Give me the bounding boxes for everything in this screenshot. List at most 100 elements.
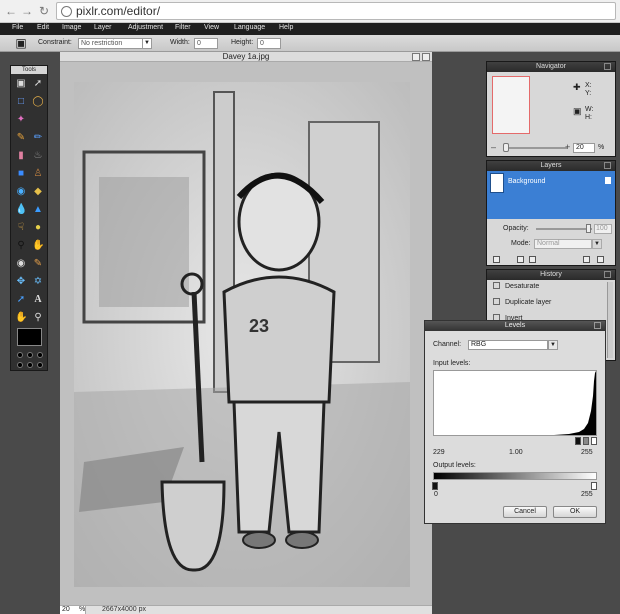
forward-icon[interactable]: → (20, 4, 34, 18)
gradient-icon[interactable]: ■ (15, 168, 27, 180)
canvas-image[interactable]: 23 (74, 82, 410, 587)
output-white-value: 255 (581, 491, 593, 498)
ok-button[interactable]: OK (553, 506, 597, 518)
reload-icon[interactable]: ↻ (37, 4, 51, 18)
zoom-slider-track[interactable] (503, 147, 567, 149)
zoom-icon[interactable]: ⚲ (32, 312, 44, 324)
pencil-icon[interactable]: ✎ (15, 132, 27, 144)
spot-heal-icon[interactable]: ✎ (32, 258, 44, 270)
wand-icon[interactable]: ✦ (15, 114, 27, 126)
smudge-icon[interactable]: ☟ (15, 222, 27, 234)
new-layer-icon[interactable] (583, 256, 590, 263)
menu-filter[interactable]: Filter (175, 24, 191, 31)
chevron-down-icon[interactable]: ▼ (142, 38, 151, 49)
move-icon[interactable]: ➚ (32, 78, 44, 90)
close-icon[interactable] (604, 271, 611, 278)
back-icon[interactable]: ← (4, 4, 18, 18)
chevron-down-icon[interactable]: ▼ (592, 239, 602, 249)
zoom-slider-handle[interactable] (503, 143, 509, 152)
bucket-icon[interactable]: ♨ (32, 150, 44, 162)
color-replace-icon[interactable]: ◉ (15, 186, 27, 198)
black-point-handle[interactable] (575, 437, 581, 445)
height-field[interactable]: 0 (257, 38, 281, 49)
clone-icon[interactable]: ➚ (15, 294, 27, 306)
color-swatch[interactable] (17, 328, 42, 346)
opacity-slider-handle[interactable] (586, 224, 591, 233)
close-icon[interactable] (594, 322, 601, 329)
document-titlebar[interactable]: Davey 1a.jpg (60, 52, 432, 62)
layers-header[interactable]: Layers (487, 161, 615, 171)
chevron-down-icon[interactable]: ▼ (548, 340, 558, 350)
swatch-dot[interactable] (37, 362, 43, 368)
opacity-field[interactable]: 100 (594, 224, 612, 234)
swatch-dot[interactable] (27, 352, 33, 358)
navigator-thumbnail[interactable] (492, 76, 530, 134)
xy-readout: X: Y: (585, 82, 592, 98)
history-item[interactable]: Duplicate layer (493, 298, 551, 306)
menu-adjustment[interactable]: Adjustment (128, 24, 163, 31)
constraint-label: Constraint: (38, 39, 72, 46)
red-eye-icon[interactable]: ◉ (15, 258, 27, 270)
menu-layer[interactable]: Layer (94, 24, 112, 31)
output-black-handle[interactable] (432, 482, 438, 490)
eraser-icon[interactable]: ▮ (15, 150, 27, 162)
opacity-slider[interactable] (536, 228, 592, 230)
layer-row[interactable]: Background (487, 171, 615, 219)
gamma-handle[interactable] (583, 437, 589, 445)
drawing-icon[interactable]: ◆ (32, 186, 44, 198)
burn-icon[interactable]: ✋ (32, 240, 44, 252)
blend-mode-select[interactable]: Normal (534, 239, 592, 249)
cancel-button[interactable]: Cancel (503, 506, 547, 518)
close-icon[interactable] (422, 53, 430, 61)
dodge-icon[interactable]: ⚲ (15, 240, 27, 252)
stamp-icon[interactable]: ♙ (32, 168, 44, 180)
constraint-select[interactable]: No restriction (78, 38, 152, 49)
navigator-zoom-field[interactable]: 20 (573, 143, 595, 153)
history-item[interactable]: Desaturate (493, 282, 539, 290)
swatch-dot[interactable] (27, 362, 33, 368)
navigator-header[interactable]: Navigator (487, 62, 615, 72)
navigator-panel: Navigator ✚ X: Y: ▣ W: H: – + 20 % (486, 61, 616, 157)
output-gradient (433, 472, 597, 480)
menu-image[interactable]: Image (62, 24, 81, 31)
close-icon[interactable] (604, 162, 611, 169)
sharpen-icon[interactable]: ▲ (32, 204, 44, 216)
levels-header[interactable]: Levels (425, 321, 605, 331)
menu-help[interactable]: Help (279, 24, 293, 31)
swatch-dot[interactable] (17, 362, 23, 368)
white-point-handle[interactable] (591, 437, 597, 445)
histogram-graph (434, 371, 596, 435)
brush-icon[interactable]: ✏ (32, 132, 44, 144)
pinch-icon[interactable]: ✡ (32, 276, 44, 288)
layer-style-icon[interactable] (529, 256, 536, 263)
swatch-dot[interactable] (37, 352, 43, 358)
height-label: Height: (231, 39, 254, 46)
output-white-handle[interactable] (591, 482, 597, 490)
close-icon[interactable] (604, 63, 611, 70)
swatch-dot[interactable] (17, 352, 23, 358)
menu-language[interactable]: Language (234, 24, 265, 31)
maximize-icon[interactable] (412, 53, 420, 61)
zoom-out-icon[interactable]: – (491, 142, 496, 152)
layer-settings-icon[interactable] (493, 256, 500, 263)
sponge-icon[interactable]: ● (32, 222, 44, 234)
layer-mask-icon[interactable] (517, 256, 524, 263)
bloat-icon[interactable]: ✥ (15, 276, 27, 288)
scrollbar[interactable] (607, 282, 613, 358)
menu-file[interactable]: File (12, 24, 23, 31)
channel-select[interactable]: RBG (468, 340, 548, 350)
address-bar[interactable]: pixlr.com/editor/ (56, 2, 616, 20)
lasso-icon[interactable]: ◯ (32, 96, 44, 108)
crop-icon[interactable]: ▣ (15, 78, 27, 90)
lock-icon[interactable] (605, 177, 611, 184)
history-header[interactable]: History (487, 270, 615, 280)
text-icon[interactable]: A (32, 294, 44, 306)
menu-view[interactable]: View (204, 24, 219, 31)
blur-icon[interactable]: 💧 (15, 204, 27, 216)
trash-icon[interactable] (597, 256, 604, 263)
menu-edit[interactable]: Edit (37, 24, 49, 31)
zoom-in-icon[interactable]: + (565, 142, 570, 152)
width-field[interactable]: 0 (194, 38, 218, 49)
hand-icon[interactable]: ✋ (15, 312, 27, 324)
marquee-icon[interactable]: □ (15, 96, 27, 108)
